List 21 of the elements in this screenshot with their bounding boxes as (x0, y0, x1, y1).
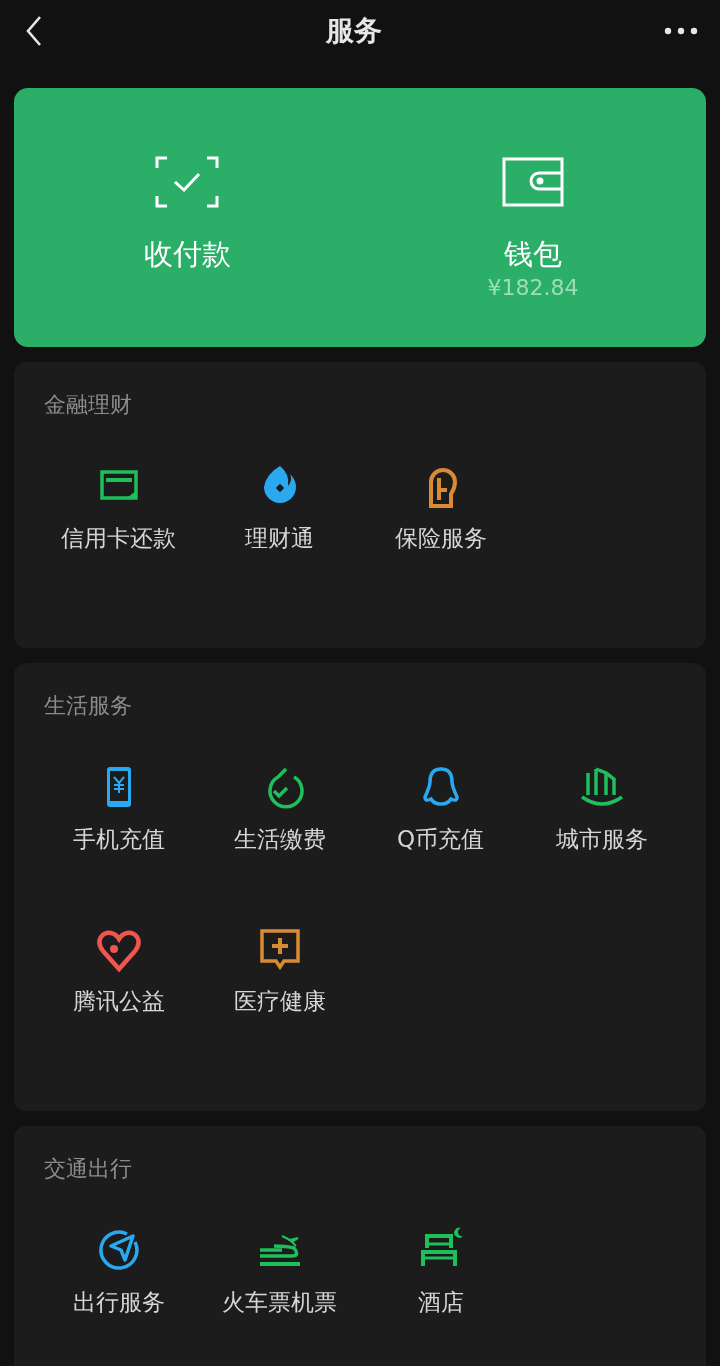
service-item[interactable]: 城市服务 (521, 763, 682, 925)
service-item[interactable]: 酒店 (360, 1226, 521, 1366)
service-item[interactable]: 生活缴费 (199, 763, 360, 925)
section-title: 生活服务 (44, 692, 133, 720)
service-item[interactable]: 理财通 (199, 462, 360, 624)
service-item[interactable]: 火车票机票 (199, 1226, 360, 1366)
wallet-icon (502, 157, 564, 207)
service-item[interactable]: Q币充值 (360, 763, 521, 925)
back-icon[interactable] (24, 15, 44, 47)
service-item[interactable]: 手机充值 (38, 763, 199, 925)
more-icon[interactable] (664, 27, 698, 35)
service-item[interactable]: 腾讯公益 (38, 925, 199, 1087)
service-item[interactable]: 医疗健康 (199, 925, 360, 1087)
balance-amount: ¥182.84 (487, 274, 579, 302)
service-item[interactable]: 信用卡还款 (38, 462, 199, 624)
service-item[interactable]: 出行服务 (38, 1226, 199, 1366)
service-item[interactable]: 保险服务 (360, 462, 521, 624)
section-title: 交通出行 (44, 1155, 133, 1183)
scan-check-icon (155, 156, 219, 208)
page-title: 服务 (326, 13, 382, 49)
section-title: 金融理财 (44, 391, 133, 419)
